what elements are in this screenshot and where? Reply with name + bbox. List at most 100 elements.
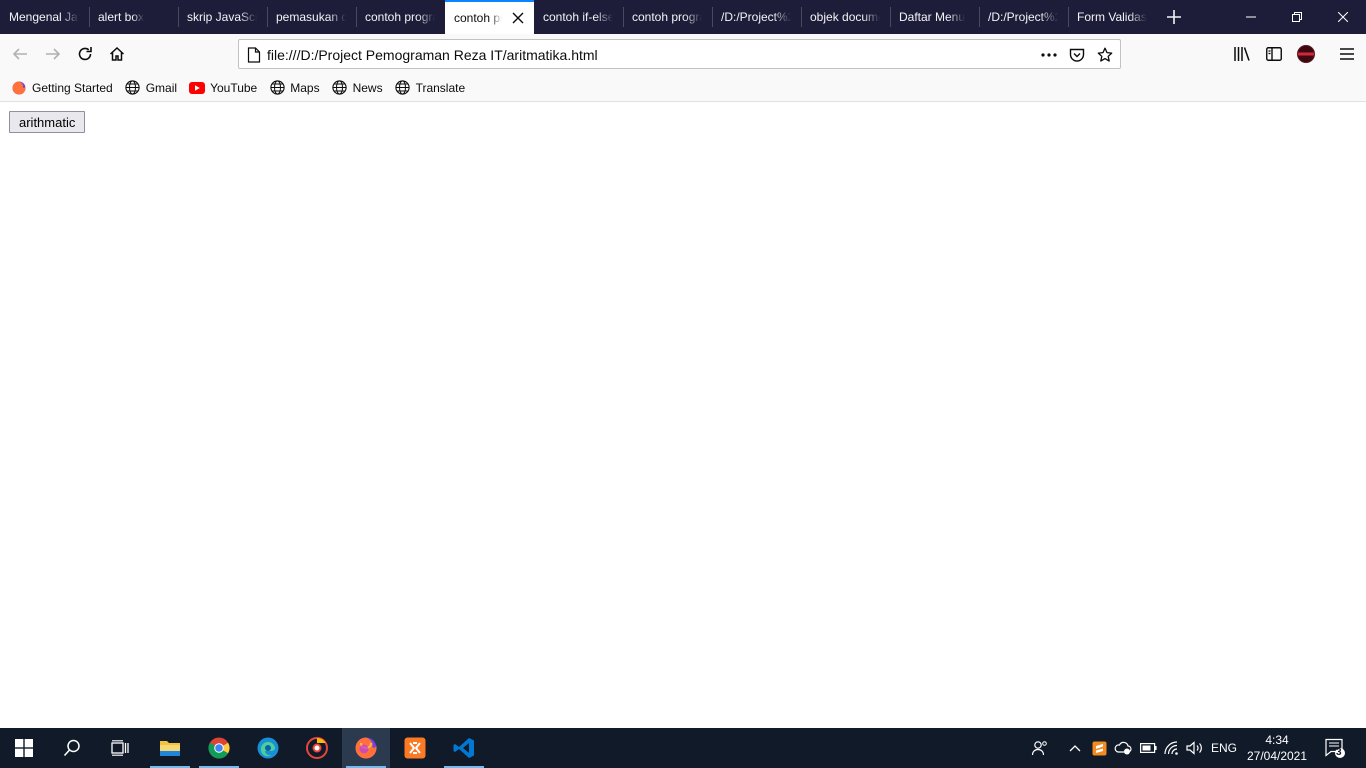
bookmark-item[interactable]: Translate	[395, 77, 465, 99]
xampp-icon	[404, 737, 426, 759]
bookmarks-toolbar: Getting Started Gmail YouTube Maps News Trans…	[0, 74, 1366, 102]
tab[interactable]: Mengenal JavaScript	[0, 0, 89, 34]
wifi-icon	[1164, 741, 1178, 755]
task-view-button[interactable]	[96, 728, 144, 768]
tab-label: skrip JavaScript	[187, 10, 257, 24]
clock-date: 27/04/2021	[1246, 749, 1308, 763]
library-button[interactable]	[1230, 42, 1254, 66]
restore-button[interactable]	[1274, 0, 1320, 34]
bookmark-star-button[interactable]	[1096, 46, 1114, 64]
file-icon	[247, 47, 261, 63]
firefox-icon	[355, 737, 377, 759]
account-avatar-icon	[1297, 45, 1315, 63]
action-center-button[interactable]: 3	[1318, 728, 1352, 768]
battery-tray-button[interactable]	[1137, 728, 1159, 768]
globe-icon	[269, 80, 285, 96]
close-window-button[interactable]	[1320, 0, 1366, 34]
library-icon	[1234, 47, 1250, 61]
bookmark-item[interactable]: Getting Started	[11, 77, 113, 99]
people-icon	[1031, 741, 1047, 756]
address-bar[interactable]: file:///D:/Project Pemograman Reza IT/ar…	[238, 39, 1121, 69]
xampp-taskbar-button[interactable]	[391, 728, 439, 768]
back-arrow-icon	[12, 48, 27, 60]
search-button[interactable]	[48, 728, 96, 768]
show-hidden-icons-button[interactable]	[1064, 728, 1086, 768]
sidebar-icon	[1266, 47, 1282, 61]
bookmark-label: Gmail	[145, 80, 178, 95]
file-explorer-icon	[160, 741, 180, 756]
tab[interactable]: /D:/Project%20	[712, 0, 801, 34]
sidebar-button[interactable]	[1262, 42, 1286, 66]
tab[interactable]: objek document	[801, 0, 890, 34]
bookmark-item[interactable]: Maps	[269, 77, 320, 99]
menu-button[interactable]	[1335, 42, 1359, 66]
tab-close-button[interactable]	[510, 10, 526, 26]
new-tab-button[interactable]	[1157, 0, 1191, 34]
tab-label: /D:/Project%20	[988, 10, 1058, 24]
reload-button[interactable]	[69, 38, 101, 70]
pocket-button[interactable]	[1068, 46, 1086, 64]
people-button[interactable]	[1027, 728, 1053, 768]
taskbar-clock[interactable]: 4:34 27/04/2021	[1242, 732, 1312, 764]
tab[interactable]: contoh program	[623, 0, 712, 34]
back-button[interactable]	[4, 38, 36, 70]
windows-logo-icon	[15, 739, 33, 757]
chrome-taskbar-button[interactable]	[195, 728, 243, 768]
hamburger-menu-icon	[1340, 48, 1354, 60]
url-text[interactable]: file:///D:/Project Pemograman Reza IT/ar…	[267, 47, 598, 63]
task-view-icon	[111, 740, 129, 756]
clock-time: 4:34	[1265, 733, 1289, 747]
account-button[interactable]	[1294, 42, 1318, 66]
plus-icon	[1167, 10, 1181, 24]
bookmark-item[interactable]: Gmail	[125, 77, 177, 99]
file-explorer-taskbar-button[interactable]	[146, 728, 194, 768]
tab-label: contoh program	[365, 10, 435, 24]
tab[interactable]: contoh if-else	[534, 0, 623, 34]
home-button[interactable]	[101, 38, 133, 70]
minimize-button[interactable]	[1228, 0, 1274, 34]
more-dots-icon	[1041, 53, 1057, 57]
language-indicator[interactable]: ENG	[1208, 728, 1240, 768]
edge-taskbar-button[interactable]	[244, 728, 292, 768]
tab-active[interactable]: contoh program	[445, 0, 534, 34]
bookmark-label: YouTube	[210, 80, 258, 95]
volume-tray-button[interactable]	[1184, 728, 1206, 768]
tab[interactable]: alert box	[89, 0, 178, 34]
sublime-text-icon	[1092, 741, 1106, 755]
vscode-taskbar-button[interactable]	[440, 728, 488, 768]
tab-label: pemasukan data	[276, 10, 346, 24]
onedrive-tray-button[interactable]	[1112, 728, 1134, 768]
restore-icon	[1292, 12, 1302, 22]
tab-strip: Mengenal JavaScript alert box skrip JavaSc…	[0, 0, 1366, 34]
bookmark-item[interactable]: News	[332, 77, 383, 99]
forward-button[interactable]	[37, 38, 69, 70]
tab[interactable]: Form Validasi	[1068, 0, 1157, 34]
arithmatic-button[interactable]: arithmatic	[9, 111, 86, 133]
tab[interactable]: /D:/Project%20	[979, 0, 1068, 34]
sublime-tray-button[interactable]	[1089, 728, 1109, 768]
window-controls	[1228, 0, 1366, 34]
tab-label: contoh if-else	[543, 10, 613, 24]
bookmark-label: Getting Started	[32, 80, 113, 95]
navigation-bar: file:///D:/Project Pemograman Reza IT/ar…	[0, 34, 1366, 74]
page-actions-button[interactable]	[1040, 46, 1058, 64]
network-tray-button[interactable]	[1161, 728, 1183, 768]
reload-icon	[78, 47, 92, 61]
tab[interactable]: Daftar Menu	[890, 0, 979, 34]
start-button[interactable]	[0, 728, 48, 768]
speaker-icon	[1186, 741, 1202, 755]
battery-icon	[1139, 743, 1157, 753]
tab[interactable]: skrip JavaScript	[178, 0, 267, 34]
tab[interactable]: contoh program	[356, 0, 445, 34]
page-info-icon[interactable]	[245, 46, 263, 64]
forward-arrow-icon	[46, 48, 61, 60]
tabs-list: Mengenal JavaScript alert box skrip JavaSc…	[0, 0, 1157, 34]
bookmark-item[interactable]: YouTube	[189, 77, 257, 99]
firefox-taskbar-button[interactable]	[342, 728, 390, 768]
chrome-canary-taskbar-button[interactable]	[293, 728, 341, 768]
notification-count: 3	[1336, 747, 1342, 758]
chrome-canary-icon	[306, 737, 328, 759]
globe-icon	[332, 80, 348, 96]
tab[interactable]: pemasukan data	[267, 0, 356, 34]
language-label: ENG	[1210, 741, 1237, 755]
